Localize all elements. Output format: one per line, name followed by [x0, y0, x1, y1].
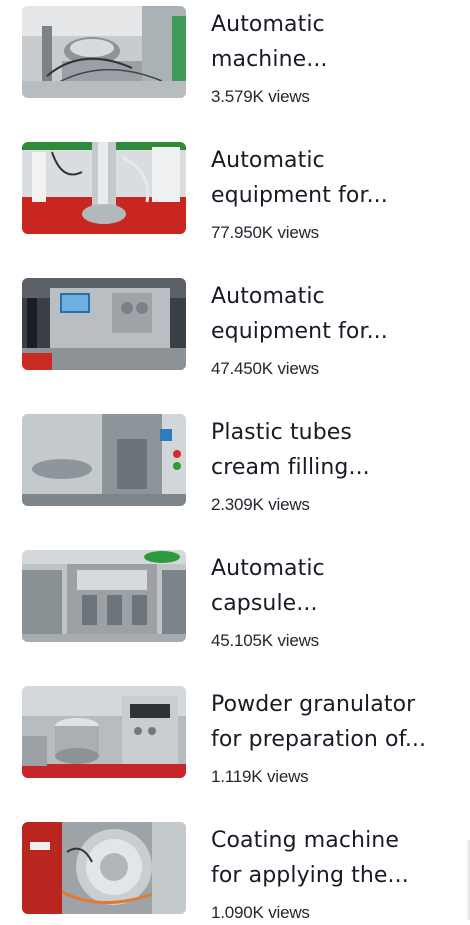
view-count: 2.309K views: [211, 495, 310, 514]
video-title-line: for preparation of...: [211, 727, 427, 752]
video-info: Automatic capsule... 45.105K views: [211, 550, 452, 651]
video-thumbnail[interactable]: [22, 822, 186, 914]
red-floor-machine-thumbnail-icon: [22, 142, 186, 234]
video-thumbnail[interactable]: [22, 142, 186, 234]
granulator-thumbnail-icon: [22, 686, 186, 778]
video-thumbnail[interactable]: [22, 6, 186, 98]
video-title-line: capsule...: [211, 591, 318, 616]
view-count: 47.450K views: [211, 359, 319, 378]
view-count: 3.579K views: [211, 87, 310, 106]
video-title-line: cream filling...: [211, 455, 370, 480]
video-title[interactable]: Automatic equipment for...: [211, 143, 452, 213]
video-list: Automatic machine... 3.579K views Automa…: [0, 0, 470, 925]
video-info: Automatic equipment for... 47.450K views: [211, 278, 452, 379]
video-title[interactable]: Powder granulator for preparation of...: [211, 687, 452, 757]
control-panel-machine-thumbnail-icon: [22, 278, 186, 370]
video-thumbnail[interactable]: [22, 414, 186, 506]
video-title-line: equipment for...: [211, 183, 388, 208]
video-info: Automatic machine... 3.579K views: [211, 6, 452, 107]
video-title[interactable]: Automatic equipment for...: [211, 279, 452, 349]
video-card[interactable]: Automatic equipment for... 47.450K views: [22, 278, 452, 398]
view-count: 77.950K views: [211, 223, 319, 242]
video-title-line: machine...: [211, 47, 328, 72]
video-card[interactable]: Powder granulator for preparation of... …: [22, 686, 452, 806]
video-info: Powder granulator for preparation of... …: [211, 686, 452, 787]
video-title-line: Automatic: [211, 12, 325, 37]
video-title[interactable]: Automatic machine...: [211, 7, 452, 77]
video-card[interactable]: Automatic equipment for... 77.950K views: [22, 142, 452, 262]
video-title-line: Powder granulator: [211, 692, 416, 717]
video-thumbnail[interactable]: [22, 550, 186, 642]
video-thumbnail[interactable]: [22, 686, 186, 778]
video-title[interactable]: Automatic capsule...: [211, 551, 452, 621]
capsule-machine-thumbnail-icon: [22, 550, 186, 642]
view-count: 1.119K views: [211, 767, 309, 786]
video-title-line: Automatic: [211, 148, 325, 173]
tube-filling-machine-thumbnail-icon: [22, 414, 186, 506]
video-card[interactable]: Automatic machine... 3.579K views: [22, 6, 452, 126]
video-title[interactable]: Coating machine for applying the...: [211, 823, 452, 893]
video-card[interactable]: Automatic capsule... 45.105K views: [22, 550, 452, 670]
video-thumbnail[interactable]: [22, 278, 186, 370]
metal-machine-thumbnail-icon: [22, 6, 186, 98]
view-count: 1.090K views: [211, 903, 310, 922]
video-card[interactable]: Coating machine for applying the... 1.09…: [22, 822, 452, 925]
view-count: 45.105K views: [211, 631, 319, 650]
video-info: Coating machine for applying the... 1.09…: [211, 822, 452, 923]
coating-machine-thumbnail-icon: [22, 822, 186, 914]
video-card[interactable]: Plastic tubes cream filling... 2.309K vi…: [22, 414, 452, 534]
video-info: Automatic equipment for... 77.950K views: [211, 142, 452, 243]
video-title-line: Automatic: [211, 284, 325, 309]
video-title-line: Plastic tubes: [211, 420, 352, 445]
video-title-line: Coating machine: [211, 828, 399, 853]
video-title-line: for applying the...: [211, 863, 409, 888]
video-title-line: Automatic: [211, 556, 325, 581]
scroll-edge-shadow: [466, 840, 470, 920]
video-title-line: equipment for...: [211, 319, 388, 344]
video-title[interactable]: Plastic tubes cream filling...: [211, 415, 452, 485]
video-info: Plastic tubes cream filling... 2.309K vi…: [211, 414, 452, 515]
